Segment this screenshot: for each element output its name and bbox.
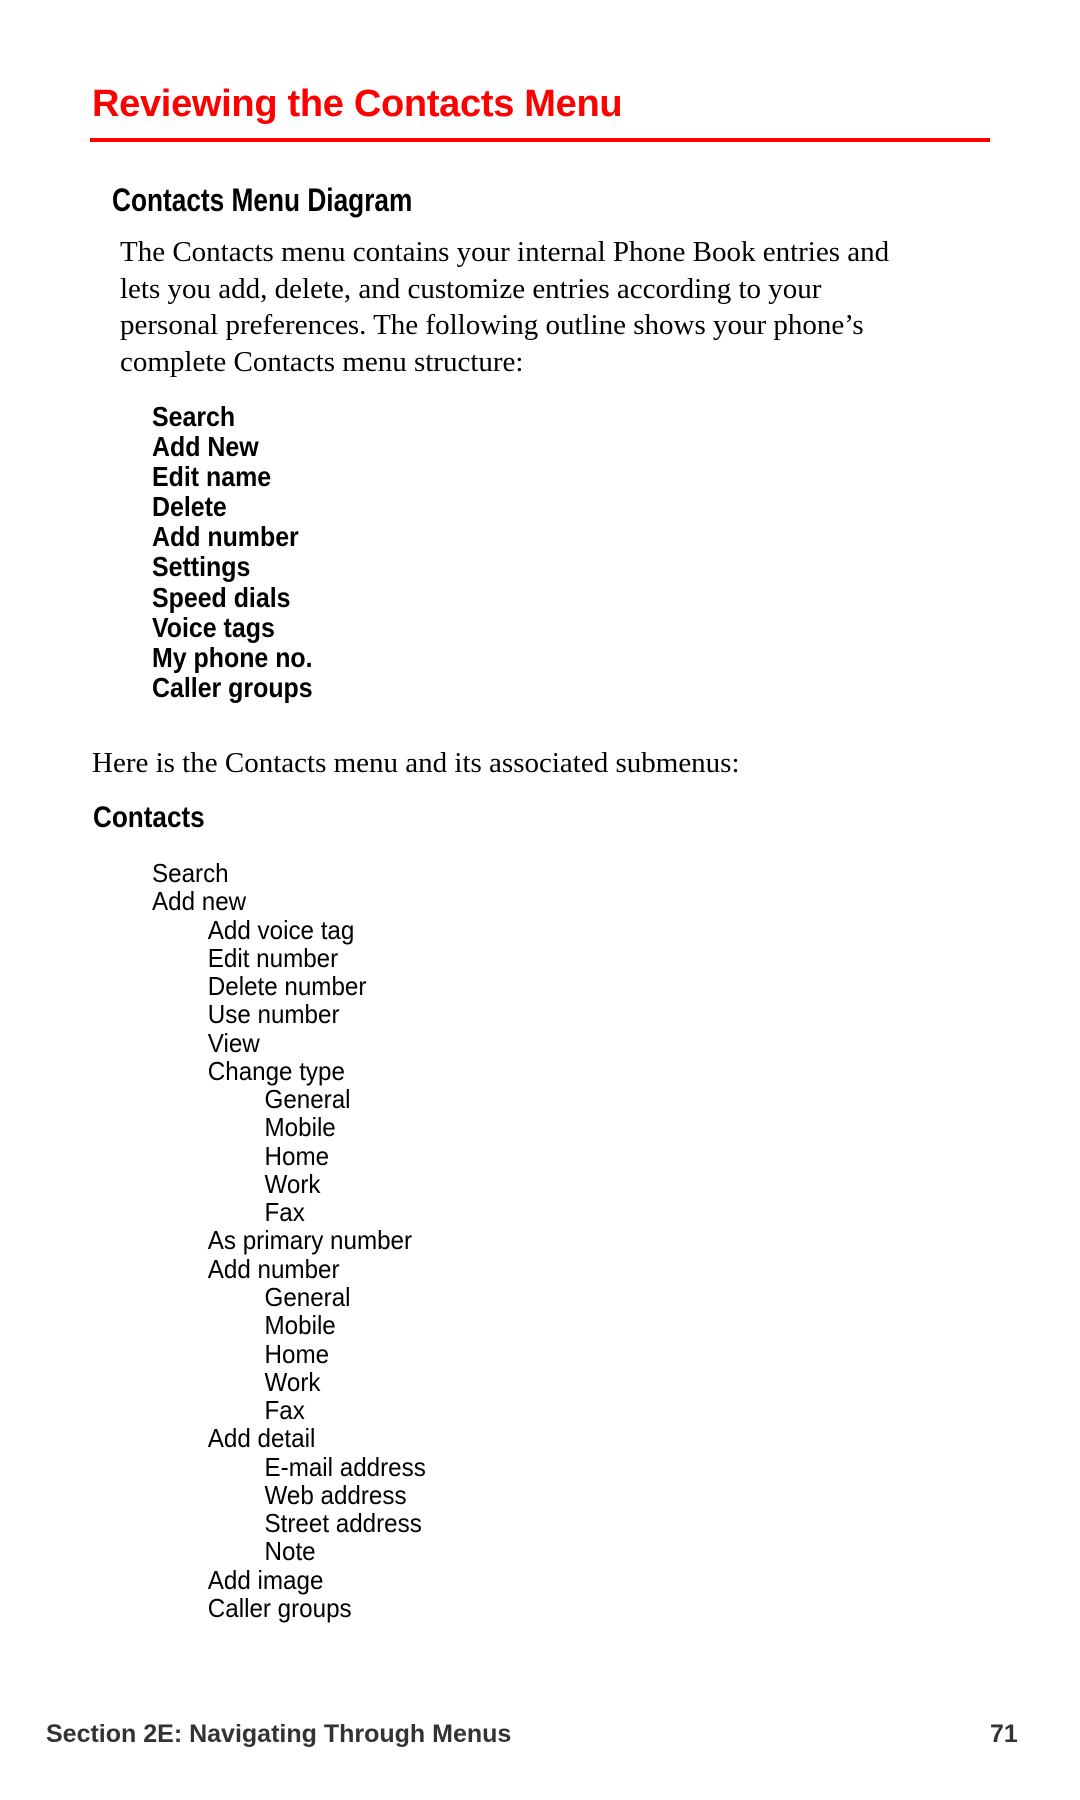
page-number: 71 xyxy=(990,1720,1018,1748)
menu-item-settings: Settings xyxy=(152,551,251,583)
paragraph-line: personal preferences. The following outl… xyxy=(120,309,864,341)
menu-item-voice-tags: Voice tags xyxy=(152,611,275,643)
title-rule-divider xyxy=(90,138,990,142)
menu-item-caller-groups: Caller groups xyxy=(152,671,313,703)
paragraph-line: The Contacts menu contains your internal… xyxy=(120,236,890,268)
submenu-item: E-mail address xyxy=(264,1451,426,1482)
submenu-item: Note xyxy=(264,1536,316,1567)
footer-section-label: Section 2E: Navigating Through Menus xyxy=(46,1720,512,1748)
section-heading: Contacts Menu Diagram xyxy=(112,182,413,218)
submenu-item: View xyxy=(207,1027,260,1058)
submenu-item: Mobile xyxy=(264,1112,336,1143)
submenu-item: Add new xyxy=(152,886,247,917)
paragraph-line: lets you add, delete, and customize entr… xyxy=(120,272,822,305)
submenu-intro-text: Here is the Contacts menu and its associ… xyxy=(92,747,740,779)
submenu-item: Add number xyxy=(207,1253,340,1284)
submenu-item: Add image xyxy=(207,1564,324,1595)
submenu-item: Add detail xyxy=(207,1423,316,1454)
submenu-item: General xyxy=(264,1084,351,1115)
submenu-item: Mobile xyxy=(264,1310,336,1341)
menu-item-add-new: Add New xyxy=(152,431,259,463)
submenu-item: Fax xyxy=(264,1197,305,1228)
submenu-item: Caller groups xyxy=(207,1592,352,1623)
intro-paragraph: The Contacts menu contains your internal… xyxy=(120,234,889,380)
page-title: Reviewing the Contacts Menu xyxy=(92,83,623,125)
submenu-tree: Search Add new Add voice tag Edit number Del… xyxy=(152,859,446,1622)
submenu-item: General xyxy=(264,1281,351,1312)
submenu-item: Fax xyxy=(264,1395,305,1426)
top-level-menu-list: Search Add New Edit name Delete Add numb… xyxy=(152,401,332,703)
paragraph-line: complete Contacts menu structure: xyxy=(120,345,524,378)
submenu-item: Add voice tag xyxy=(207,914,355,945)
menu-item-speed-dials: Speed dials xyxy=(152,581,291,613)
submenu-item: Web address xyxy=(264,1479,407,1510)
submenu-item: Home xyxy=(264,1338,330,1369)
submenu-item: As primary number xyxy=(207,1225,413,1256)
menu-item-edit-name: Edit name xyxy=(152,461,272,493)
submenu-item: Work xyxy=(264,1168,321,1199)
submenu-item: Edit number xyxy=(207,942,339,973)
menu-item-my-phone-no: My phone no. xyxy=(152,641,313,673)
submenu-heading: Contacts xyxy=(93,801,205,834)
submenu-item: Home xyxy=(264,1140,330,1171)
menu-item-delete: Delete xyxy=(152,491,227,523)
menu-item-search: Search xyxy=(152,401,236,432)
submenu-item: Work xyxy=(264,1366,321,1397)
submenu-item: Search xyxy=(152,858,229,888)
submenu-item: Delete number xyxy=(207,971,367,1002)
menu-item-add-number: Add number xyxy=(152,521,299,553)
submenu-item: Change type xyxy=(207,1055,345,1086)
submenu-item: Use number xyxy=(207,999,340,1030)
submenu-item: Street address xyxy=(264,1508,422,1539)
